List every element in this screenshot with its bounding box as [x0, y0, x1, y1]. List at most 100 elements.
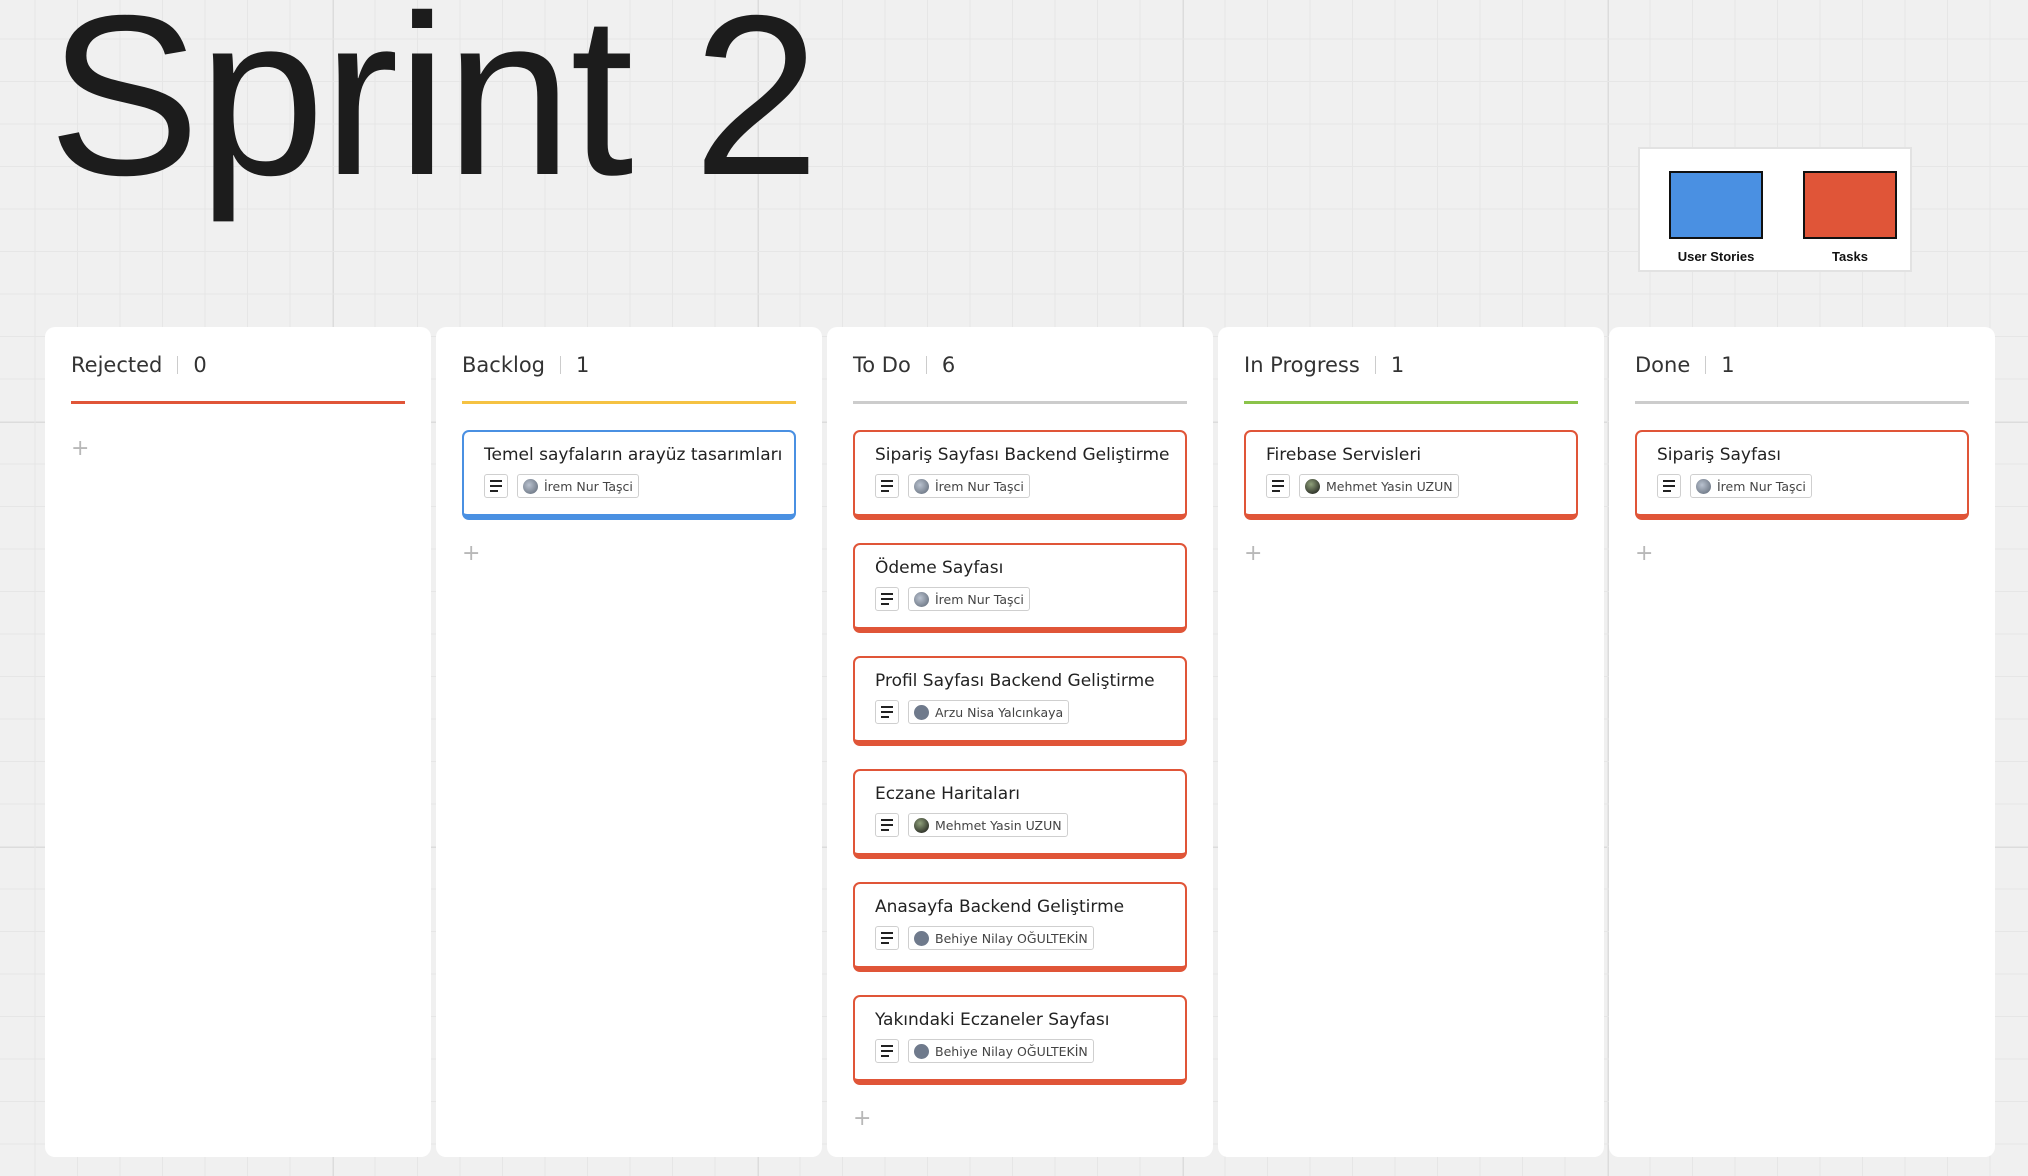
- assignee-chip[interactable]: Behiye Nilay OĞULTEKİN: [908, 926, 1094, 950]
- assignee-name: İrem Nur Taşci: [1717, 478, 1806, 494]
- card-task[interactable]: Profil Sayfası Backend Geliştirme Arzu N…: [853, 656, 1187, 746]
- avatar: [1305, 478, 1320, 494]
- card-meta: Behiye Nilay OĞULTEKİN: [875, 1039, 1185, 1063]
- description-icon[interactable]: [1266, 474, 1290, 498]
- header-separator: [177, 356, 179, 374]
- kanban-board: Rejected 0 + Backlog 1 Temel sayfaların …: [45, 327, 1995, 1157]
- card-task[interactable]: Sipariş Sayfası Backend Geliştirme İrem …: [853, 430, 1187, 520]
- assignee-chip[interactable]: Arzu Nisa Yalcınkaya: [908, 700, 1070, 724]
- card-meta: İrem Nur Taşci: [875, 587, 1185, 611]
- avatar: [914, 591, 929, 607]
- header-separator: [560, 356, 561, 374]
- board-title: Sprint 2: [48, 0, 820, 223]
- header-separator: [1374, 356, 1376, 374]
- column-rejected: Rejected 0 +: [45, 327, 431, 1157]
- card-title: Yakındaki Eczaneler Sayfası: [875, 1010, 1110, 1030]
- legend-label: Tasks: [1832, 249, 1868, 264]
- card-task[interactable]: Firebase Servisleri Mehmet Yasin UZUN: [1244, 430, 1578, 520]
- assignee-chip[interactable]: İrem Nur Taşci: [908, 587, 1030, 611]
- add-card-button[interactable]: +: [462, 543, 480, 565]
- card-list: Temel sayfaların arayüz tasarımları İrem…: [462, 404, 796, 520]
- description-icon[interactable]: [875, 926, 899, 950]
- assignee-chip[interactable]: Mehmet Yasin UZUN: [1299, 474, 1459, 498]
- column-header[interactable]: Done 1: [1635, 327, 1969, 404]
- legend-swatch-user-stories: [1669, 171, 1763, 239]
- avatar: [914, 704, 929, 720]
- description-icon[interactable]: [875, 587, 899, 611]
- column-header[interactable]: In Progress 1: [1244, 327, 1578, 404]
- card-task[interactable]: Yakındaki Eczaneler Sayfası Behiye Nilay…: [853, 995, 1187, 1085]
- column-count: 1: [1390, 353, 1405, 377]
- card-meta: Behiye Nilay OĞULTEKİN: [875, 926, 1185, 950]
- avatar: [914, 817, 929, 833]
- card-user-story[interactable]: Temel sayfaların arayüz tasarımları İrem…: [462, 430, 796, 520]
- avatar: [1696, 478, 1711, 494]
- card-task[interactable]: Anasayfa Backend Geliştirme Behiye Nilay…: [853, 882, 1187, 972]
- card-task[interactable]: Sipariş Sayfası İrem Nur Taşci: [1635, 430, 1969, 520]
- description-icon[interactable]: [875, 1039, 899, 1063]
- column-count: 1: [1721, 353, 1735, 377]
- card-list: Sipariş Sayfası Backend Geliştirme İrem …: [853, 404, 1187, 1085]
- column-to-do: To Do 6 Sipariş Sayfası Backend Geliştir…: [827, 327, 1213, 1157]
- avatar: [914, 478, 929, 494]
- column-count: 6: [941, 353, 956, 377]
- column-backlog: Backlog 1 Temel sayfaların arayüz tasarı…: [436, 327, 822, 1157]
- column-header[interactable]: Backlog 1: [462, 327, 796, 404]
- legend-item-tasks: Tasks: [1780, 171, 1920, 264]
- card-meta: Mehmet Yasin UZUN: [875, 813, 1185, 837]
- avatar: [914, 1043, 929, 1059]
- column-name: In Progress: [1244, 353, 1360, 377]
- card-meta: Mehmet Yasin UZUN: [1266, 474, 1576, 498]
- avatar: [914, 930, 929, 946]
- description-icon[interactable]: [875, 700, 899, 724]
- column-done: Done 1 Sipariş Sayfası İrem Nur Taşci +: [1609, 327, 1995, 1157]
- assignee-name: İrem Nur Taşci: [544, 478, 633, 494]
- assignee-name: Arzu Nisa Yalcınkaya: [935, 704, 1064, 720]
- column-count: 1: [576, 353, 590, 377]
- description-icon[interactable]: [484, 474, 508, 498]
- card-task[interactable]: Ödeme Sayfası İrem Nur Taşci: [853, 543, 1187, 633]
- legend-label: User Stories: [1677, 249, 1755, 264]
- column-in-progress: In Progress 1 Firebase Servisleri Mehmet…: [1218, 327, 1604, 1157]
- card-title: Sipariş Sayfası Backend Geliştirme: [875, 445, 1170, 465]
- card-meta: İrem Nur Taşci: [1657, 474, 1967, 498]
- assignee-name: Behiye Nilay OĞULTEKİN: [935, 1043, 1088, 1059]
- assignee-name: Behiye Nilay OĞULTEKİN: [935, 930, 1088, 946]
- legend-item-user-stories: User Stories: [1646, 171, 1786, 264]
- assignee-name: Mehmet Yasin UZUN: [1326, 478, 1453, 494]
- card-title: Anasayfa Backend Geliştirme: [875, 897, 1125, 917]
- add-card-button[interactable]: +: [1635, 543, 1653, 565]
- column-name: Done: [1635, 353, 1691, 377]
- card-title: Ödeme Sayfası: [875, 558, 1004, 578]
- header-separator: [1705, 356, 1707, 374]
- column-name: To Do: [853, 353, 911, 377]
- column-header[interactable]: Rejected 0: [71, 327, 405, 404]
- column-count: 0: [193, 353, 207, 377]
- card-title: Profil Sayfası Backend Geliştirme: [875, 671, 1155, 691]
- assignee-chip[interactable]: Mehmet Yasin UZUN: [908, 813, 1068, 837]
- card-list: Firebase Servisleri Mehmet Yasin UZUN: [1244, 404, 1578, 520]
- assignee-name: İrem Nur Taşci: [935, 478, 1024, 494]
- assignee-chip[interactable]: İrem Nur Taşci: [517, 474, 639, 498]
- card-list: Sipariş Sayfası İrem Nur Taşci: [1635, 404, 1969, 520]
- description-icon[interactable]: [875, 813, 899, 837]
- card-meta: İrem Nur Taşci: [875, 474, 1185, 498]
- add-card-button[interactable]: +: [1244, 543, 1262, 565]
- description-icon[interactable]: [875, 474, 899, 498]
- add-card-button[interactable]: +: [853, 1108, 871, 1130]
- assignee-chip[interactable]: İrem Nur Taşci: [1690, 474, 1812, 498]
- column-name: Backlog: [462, 353, 545, 377]
- card-title: Sipariş Sayfası: [1657, 445, 1781, 465]
- column-name: Rejected: [71, 353, 163, 377]
- description-icon[interactable]: [1657, 474, 1681, 498]
- card-title: Firebase Servisleri: [1266, 445, 1422, 465]
- avatar: [523, 478, 538, 494]
- card-task[interactable]: Eczane Haritaları Mehmet Yasin UZUN: [853, 769, 1187, 859]
- add-card-button[interactable]: +: [71, 438, 89, 460]
- legend-swatch-tasks: [1803, 171, 1897, 239]
- assignee-name: Mehmet Yasin UZUN: [935, 817, 1062, 833]
- assignee-chip[interactable]: Behiye Nilay OĞULTEKİN: [908, 1039, 1094, 1063]
- assignee-chip[interactable]: İrem Nur Taşci: [908, 474, 1030, 498]
- card-title: Eczane Haritaları: [875, 784, 1020, 804]
- column-header[interactable]: To Do 6: [853, 327, 1187, 404]
